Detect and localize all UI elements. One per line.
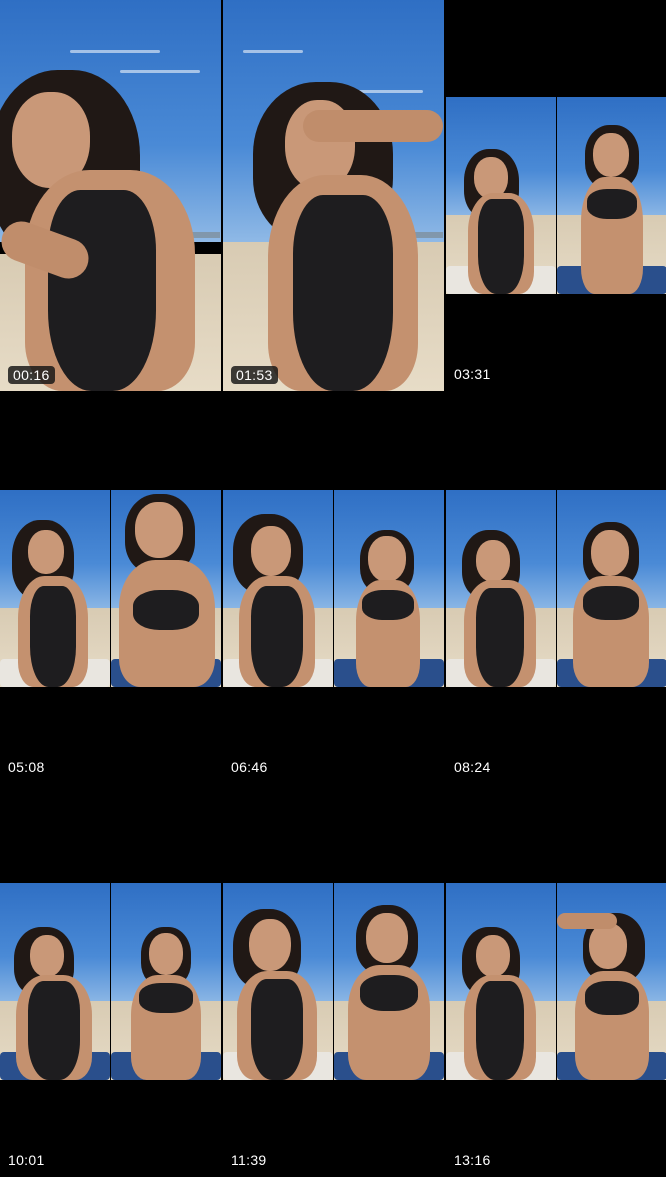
- thumbnail-image-right: [111, 490, 221, 687]
- video-thumbnail[interactable]: 00:16: [0, 0, 221, 391]
- video-thumbnail[interactable]: 13:16: [446, 786, 666, 1177]
- thumbnail-image-right: [557, 97, 666, 294]
- thumbnail-image-right: [334, 883, 444, 1080]
- thumbnail-image-right: [557, 490, 666, 687]
- timestamp-label: 13:16: [454, 1152, 491, 1168]
- thumbnail-image: [0, 0, 221, 391]
- video-thumbnail[interactable]: 06:46: [223, 393, 444, 784]
- thumbnail-image-left: [0, 490, 110, 687]
- video-thumbnail[interactable]: 08:24: [446, 393, 666, 784]
- timestamp-label: 03:31: [454, 366, 491, 382]
- video-thumbnail[interactable]: 05:08: [0, 393, 221, 784]
- timestamp-label: 11:39: [231, 1152, 267, 1168]
- thumbnail-image-right: [334, 490, 444, 687]
- thumbnail-image: [223, 0, 444, 391]
- thumbnail-image-left: [0, 883, 110, 1080]
- timestamp-label: 08:24: [454, 759, 491, 775]
- timestamp-label: 00:16: [8, 366, 55, 384]
- thumbnail-image-left: [446, 97, 556, 294]
- video-thumbnail[interactable]: 01:53: [223, 0, 444, 391]
- thumbnail-image-right: [111, 883, 221, 1080]
- timestamp-label: 10:01: [8, 1152, 45, 1168]
- thumbnail-image-left: [223, 883, 333, 1080]
- thumbnail-image-right: [557, 883, 666, 1080]
- video-thumbnail[interactable]: 10:01: [0, 786, 221, 1177]
- video-thumbnail[interactable]: 11:39: [223, 786, 444, 1177]
- video-thumbnail-grid: 00:16 01:53 03:31 05:08 06:46 08:24 10:0…: [0, 0, 666, 1177]
- thumbnail-image-left: [446, 490, 556, 687]
- thumbnail-image-left: [223, 490, 333, 687]
- video-thumbnail[interactable]: 03:31: [446, 0, 666, 391]
- timestamp-label: 05:08: [8, 759, 45, 775]
- timestamp-label: 01:53: [231, 366, 278, 384]
- thumbnail-image-left: [446, 883, 556, 1080]
- timestamp-label: 06:46: [231, 759, 268, 775]
